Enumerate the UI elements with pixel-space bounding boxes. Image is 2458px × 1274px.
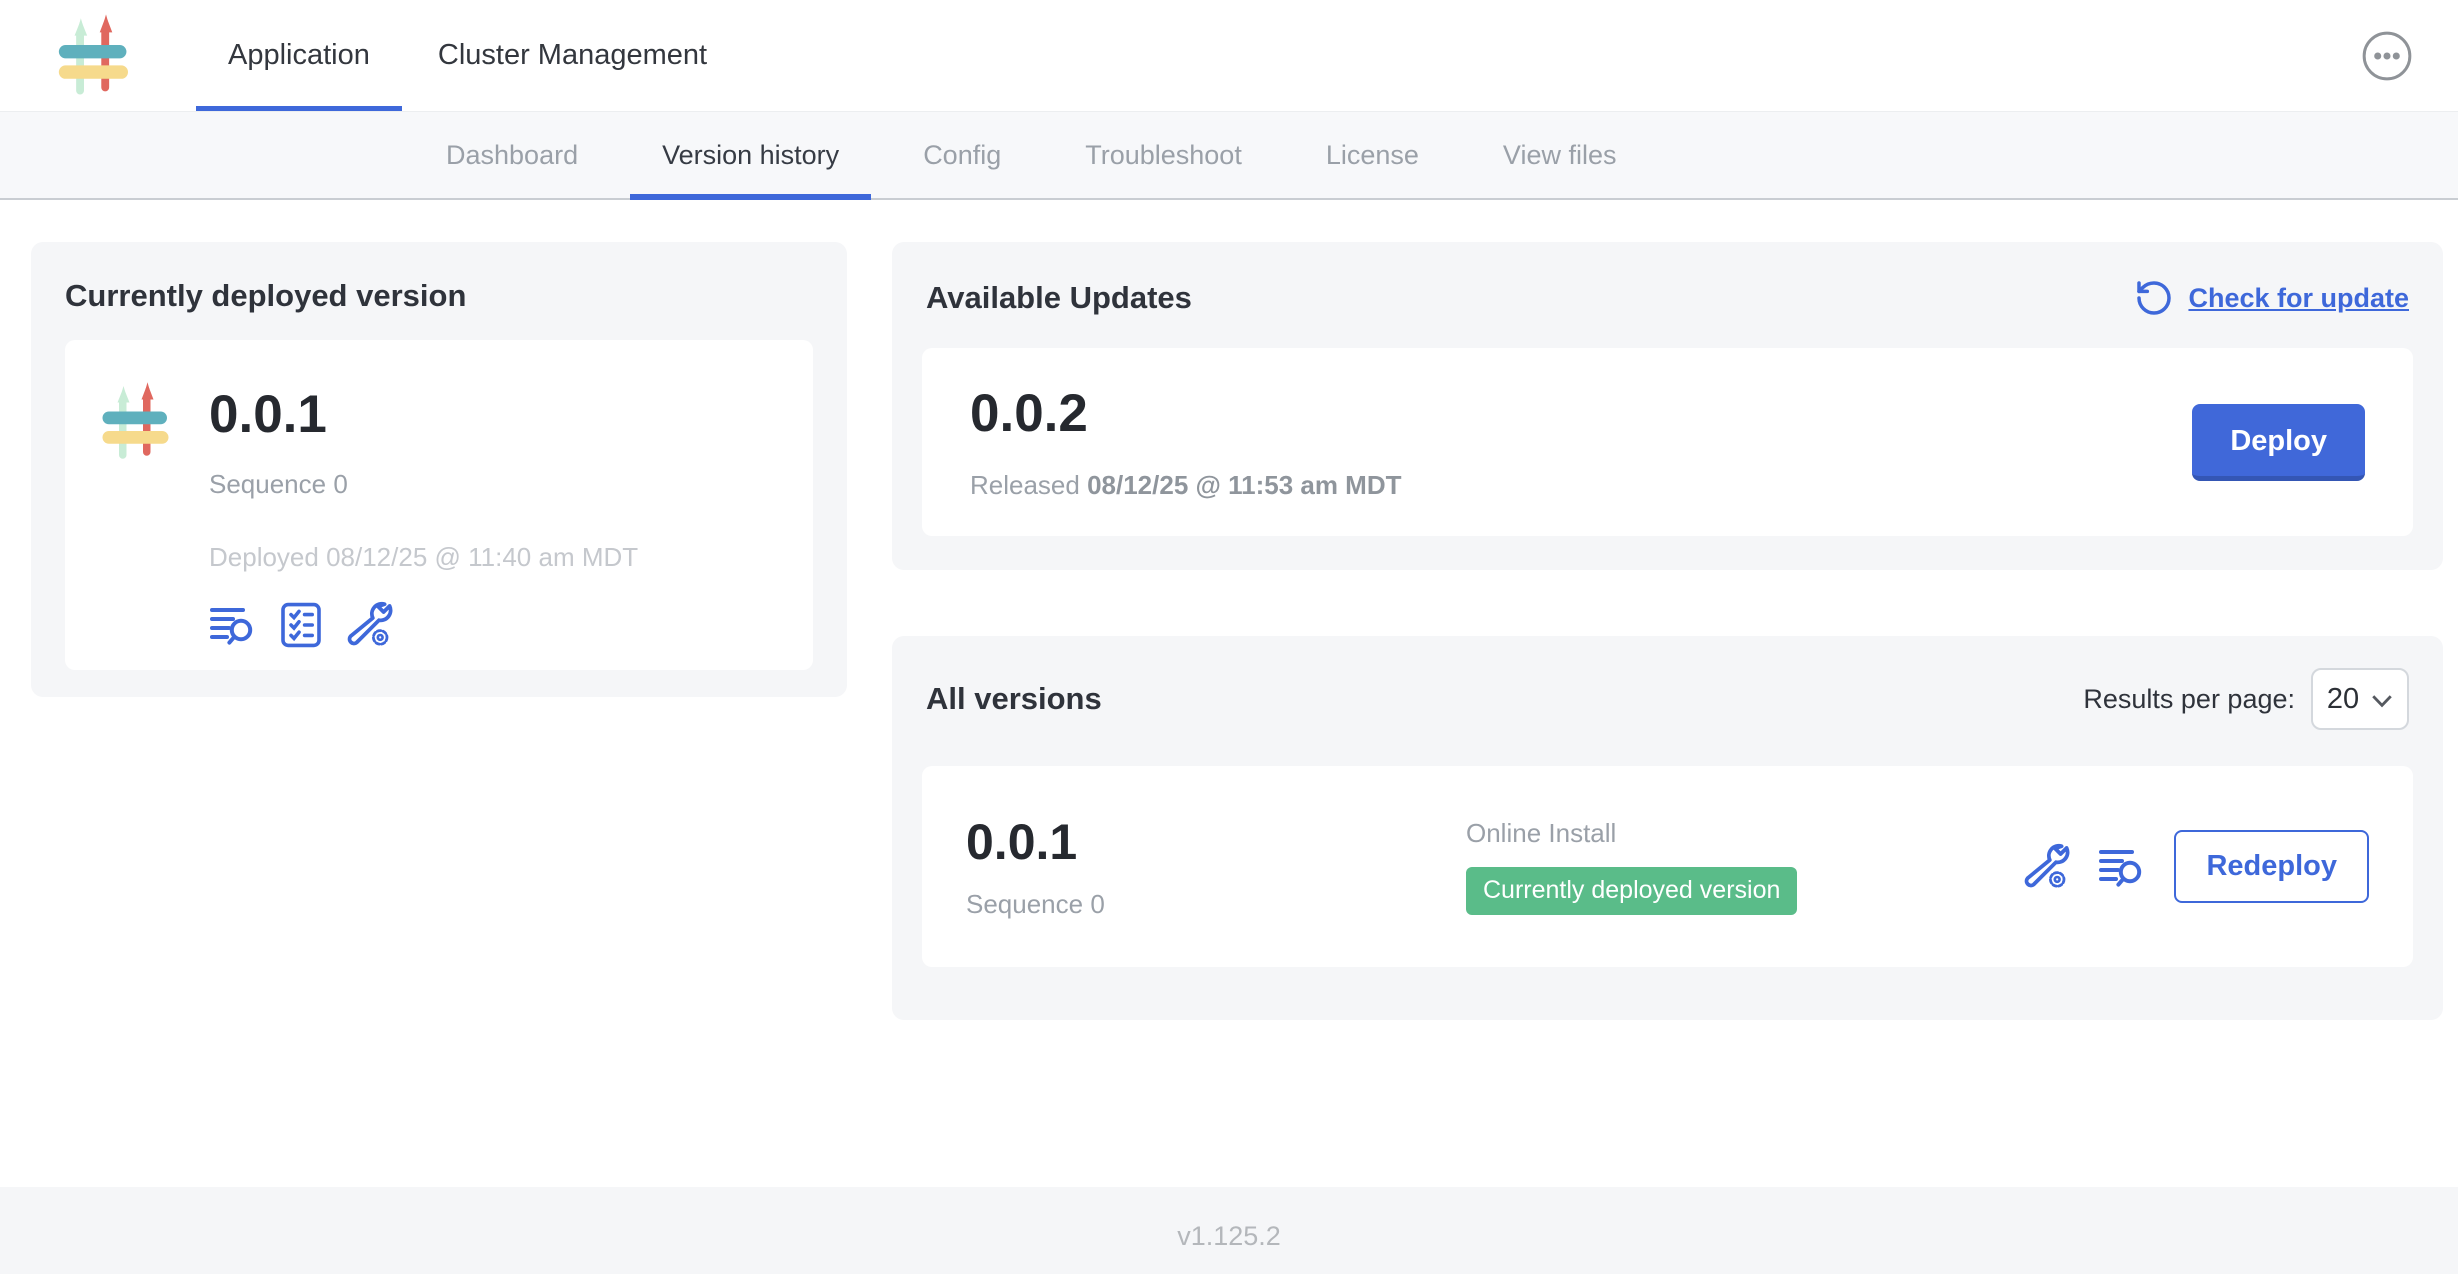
app-subnav: Dashboard Version history Config Trouble… — [0, 112, 2458, 200]
deployed-version-card: 0.0.1 Sequence 0 Deployed 08/12/25 @ 11:… — [65, 340, 813, 670]
results-per-page: Results per page: 20 — [2083, 668, 2409, 730]
all-versions-panel: All versions Results per page: 20 0.0.1 … — [892, 636, 2443, 1020]
tab-view-files[interactable]: View files — [1461, 112, 1659, 198]
currently-deployed-title: Currently deployed version — [65, 278, 813, 314]
deployed-timestamp: Deployed 08/12/25 @ 11:40 am MDT — [209, 542, 638, 573]
deployed-version-info: 0.0.1 Sequence 0 Deployed 08/12/25 @ 11:… — [209, 368, 638, 642]
more-options-button[interactable] — [2360, 29, 2414, 83]
released-timestamp: 08/12/25 @ 11:53 am MDT — [1087, 470, 1401, 500]
refresh-icon — [2134, 278, 2174, 318]
update-released-line: Released 08/12/25 @ 11:53 am MDT — [970, 470, 1402, 501]
version-row: 0.0.1 Sequence 0 Online Install Currentl… — [922, 766, 2413, 967]
console-footer: v1.125.2 — [0, 1187, 2458, 1274]
version-row-info: 0.0.1 Sequence 0 — [966, 813, 1466, 920]
version-row-status: Online Install Currently deployed versio… — [1466, 818, 2022, 915]
update-info: 0.0.2 Released 08/12/25 @ 11:53 am MDT — [970, 383, 1402, 501]
tab-license[interactable]: License — [1284, 112, 1461, 198]
results-per-page-value: 20 — [2327, 683, 2359, 716]
version-row-actions: Redeploy — [2022, 830, 2369, 903]
install-type-label: Online Install — [1466, 818, 2022, 849]
version-sequence: Sequence 0 — [966, 889, 1466, 920]
tab-config[interactable]: Config — [881, 112, 1043, 198]
deployed-actions — [209, 601, 638, 649]
available-updates-title: Available Updates — [926, 280, 1192, 316]
check-for-update-link[interactable]: Check for update — [2134, 278, 2409, 318]
view-logs-icon[interactable] — [209, 601, 257, 649]
released-label: Released — [970, 470, 1087, 500]
tab-troubleshoot[interactable]: Troubleshoot — [1043, 112, 1284, 198]
update-card: 0.0.2 Released 08/12/25 @ 11:53 am MDT D… — [922, 348, 2413, 536]
top-navbar: Application Cluster Management — [0, 0, 2458, 112]
app-logo-icon — [101, 376, 173, 468]
all-versions-title: All versions — [926, 681, 1102, 717]
right-column: Available Updates Check for update 0.0.2… — [892, 242, 2443, 1020]
tab-application[interactable]: Application — [194, 0, 404, 111]
edit-config-icon[interactable] — [2022, 843, 2070, 891]
main-content: Currently deployed version 0.0.1 Sequenc… — [0, 200, 2458, 1187]
ellipsis-icon — [2361, 30, 2413, 82]
version-number: 0.0.1 — [966, 813, 1466, 871]
redeploy-button[interactable]: Redeploy — [2174, 830, 2369, 903]
deployed-sequence: Sequence 0 — [209, 469, 638, 500]
preflight-checks-icon[interactable] — [277, 601, 325, 649]
deploy-button[interactable]: Deploy — [2192, 404, 2365, 481]
chevron-down-icon — [2371, 694, 2393, 708]
app-logo — [56, 0, 134, 111]
results-per-page-label: Results per page: — [2083, 684, 2295, 715]
tab-version-history[interactable]: Version history — [620, 112, 881, 198]
app-logo-icon — [56, 12, 134, 100]
console-version: v1.125.2 — [1177, 1221, 1281, 1251]
results-per-page-select[interactable]: 20 — [2311, 668, 2409, 730]
currently-deployed-badge: Currently deployed version — [1466, 867, 1797, 915]
topnav-tabs: Application Cluster Management — [194, 0, 741, 111]
view-logs-icon[interactable] — [2098, 843, 2146, 891]
available-updates-panel: Available Updates Check for update 0.0.2… — [892, 242, 2443, 570]
update-version-number: 0.0.2 — [970, 383, 1402, 444]
check-for-update-label: Check for update — [2188, 283, 2409, 314]
currently-deployed-panel: Currently deployed version 0.0.1 Sequenc… — [31, 242, 847, 697]
deployed-version-number: 0.0.1 — [209, 384, 638, 445]
tab-cluster-management[interactable]: Cluster Management — [404, 0, 741, 111]
tab-dashboard[interactable]: Dashboard — [404, 112, 620, 198]
edit-config-icon[interactable] — [345, 601, 393, 649]
